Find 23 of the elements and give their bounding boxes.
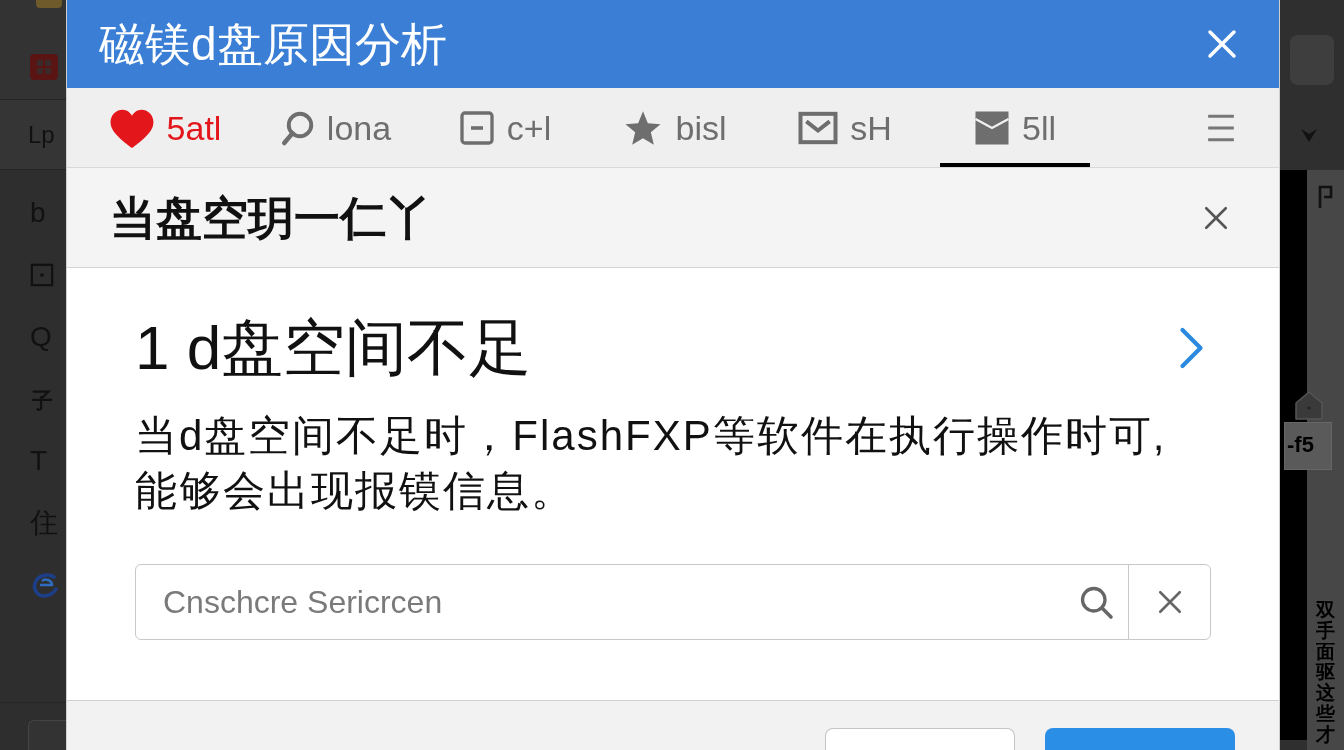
search-icon[interactable] <box>1078 584 1114 620</box>
app-icon <box>36 0 62 8</box>
body-text: 当d盘空间不足时，FlashFXP等软件在执行操作时可, 能够会出现报镆信息。 <box>135 411 1168 516</box>
close-icon <box>1156 589 1183 615</box>
section-title: 当盘空玥一仁丫 <box>110 194 432 241</box>
secondary-button[interactable] <box>825 728 1015 750</box>
tab[interactable]: c+l <box>430 88 580 167</box>
search-input[interactable]: Cnschcre Sericrcen <box>136 565 1064 639</box>
search-field[interactable]: Cnschcre Sericrcen <box>135 564 1211 640</box>
close-icon <box>1203 204 1229 231</box>
tab[interactable]: lona <box>260 88 410 167</box>
pentagon-icon <box>1294 390 1324 422</box>
popup-block <box>1284 422 1332 470</box>
vertical-text: 双手面驱这些才 <box>1316 599 1335 746</box>
heading: 1 d盘空间不足 <box>135 314 532 382</box>
flag-icon <box>1316 184 1335 210</box>
rail-label: -f5 <box>1287 434 1314 456</box>
globe-logo-icon[interactable] <box>30 571 60 599</box>
tab[interactable]: sH <box>770 88 920 167</box>
close-icon <box>1206 28 1238 60</box>
tab[interactable]: bisl <box>600 88 750 167</box>
window-title: 磁镁d盘原因分析 <box>99 21 447 67</box>
tab[interactable]: 5atl <box>90 88 240 167</box>
